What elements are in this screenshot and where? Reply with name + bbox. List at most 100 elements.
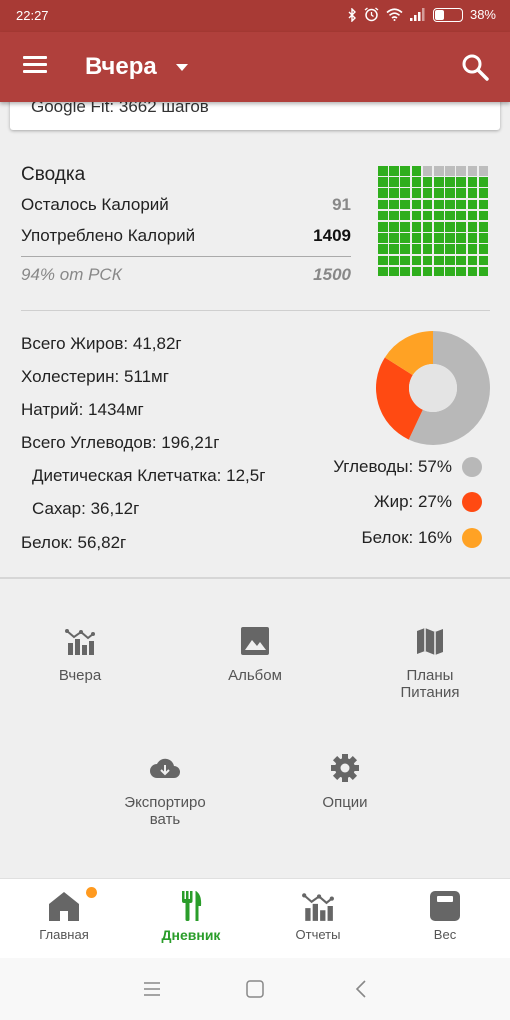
page-title[interactable]: Вчера [85,53,157,81]
status-bar: 22:27 38% [0,0,510,32]
shortcut-options[interactable]: Опции [270,752,420,811]
nav-reports[interactable]: Отчеты [254,889,382,942]
waffle-cell [467,177,478,187]
shortcut-yesterday[interactable]: Вчера [5,625,155,684]
waffle-cell [445,199,455,210]
waffle-cell [411,221,422,232]
waffle-cell [467,188,478,198]
waffle-cell [456,177,466,187]
waffle-cell [467,221,478,232]
waffle-cell [433,166,444,176]
waffle-cell [478,221,489,232]
nav-home[interactable]: Главная [0,889,128,942]
recents-menu-icon[interactable] [140,978,164,1000]
waffle-cell [422,177,433,187]
battery-icon [432,7,463,22]
waffle-cell [389,166,399,176]
waffle-cell [433,188,444,198]
macro-donut-chart [376,331,490,445]
consumed-calories-label: Употреблено Калорий [21,226,196,245]
waffle-cell [389,221,399,232]
remaining-calories-label: Осталось Калорий [21,195,169,214]
waffle-cell [478,177,489,187]
nutrient-protein: Белок: 56,82г [21,533,127,552]
waffle-cell [400,199,410,210]
waffle-cell [456,266,466,277]
waffle-cell [378,188,388,198]
calorie-waffle-chart [378,166,490,278]
report-chart-icon [302,893,334,921]
bluetooth-icon [348,7,356,22]
legend-protein-label: Белок: 16% [361,528,452,547]
shortcut-album[interactable]: Альбом [180,625,330,684]
scale-icon [430,891,460,921]
home-badge [86,887,97,898]
dropdown-caret-icon[interactable] [176,64,188,71]
waffle-cell [456,199,466,210]
waffle-cell [400,266,410,277]
waffle-cell [378,244,388,254]
legend-protein: Белок: 16% [361,528,482,548]
section-divider [21,310,490,311]
waffle-cell [411,199,422,210]
waffle-cell [456,221,466,232]
waffle-cell [467,210,478,221]
legend-protein-dot [462,528,482,548]
home-icon [49,892,79,921]
remaining-calories-value: 91 [332,195,351,214]
shortcut-export[interactable]: Экспортиро вать [90,752,240,828]
waffle-cell [389,233,399,243]
waffle-cell [378,233,388,243]
waffle-cell [422,221,433,232]
waffle-cell [433,255,444,266]
shortcut-meal-plans[interactable]: Планы Питания [355,625,505,701]
target-row: 94% от РСК 1500 [21,265,351,285]
nutrient-cholesterol: Холестерин: 511мг [21,367,169,386]
percent-of-target: 94% от РСК [21,265,122,284]
signal-icon [409,8,425,21]
waffle-cell [456,166,466,176]
nutrient-fat: Всего Жиров: 41,82г [21,334,182,353]
search-icon[interactable] [460,52,490,82]
waffle-cell [378,210,388,221]
waffle-cell [445,166,455,176]
waffle-cell [378,266,388,277]
shortcut-meal-plans-label-1: Планы [406,667,454,684]
legend-carbs: Углеводы: 57% [333,457,482,477]
waffle-cell [445,255,455,266]
waffle-cell [478,199,489,210]
fork-knife-icon [182,891,202,921]
waffle-cell [478,255,489,266]
legend-carbs-dot [462,457,482,477]
report-chart-icon [65,629,95,655]
waffle-cell [422,188,433,198]
map-icon [417,628,443,655]
nav-weight[interactable]: Вес [381,889,509,942]
waffle-cell [411,210,422,221]
waffle-cell [411,255,422,266]
nav-home-label: Главная [39,927,89,942]
waffle-cell [389,199,399,210]
home-square-icon[interactable] [243,978,267,1000]
waffle-cell [422,210,433,221]
waffle-cell [378,177,388,187]
waffle-cell [478,266,489,277]
back-icon[interactable] [350,978,374,1000]
app-bar: Вчера [0,32,510,102]
waffle-cell [467,233,478,243]
remaining-calories-row: Осталось Калорий 91 [21,195,351,215]
legend-fat-dot [462,492,482,512]
waffle-cell [433,199,444,210]
shortcut-options-label: Опции [322,794,368,811]
waffle-cell [400,177,410,187]
waffle-cell [422,199,433,210]
waffle-cell [467,255,478,266]
waffle-cell [433,266,444,277]
nav-diary[interactable]: Дневник [127,889,255,943]
summary-divider [21,256,351,257]
waffle-cell [433,233,444,243]
content-divider [0,577,510,579]
shortcut-export-label-1: Экспортиро [124,794,206,811]
menu-icon[interactable] [18,52,52,82]
waffle-cell [445,266,455,277]
